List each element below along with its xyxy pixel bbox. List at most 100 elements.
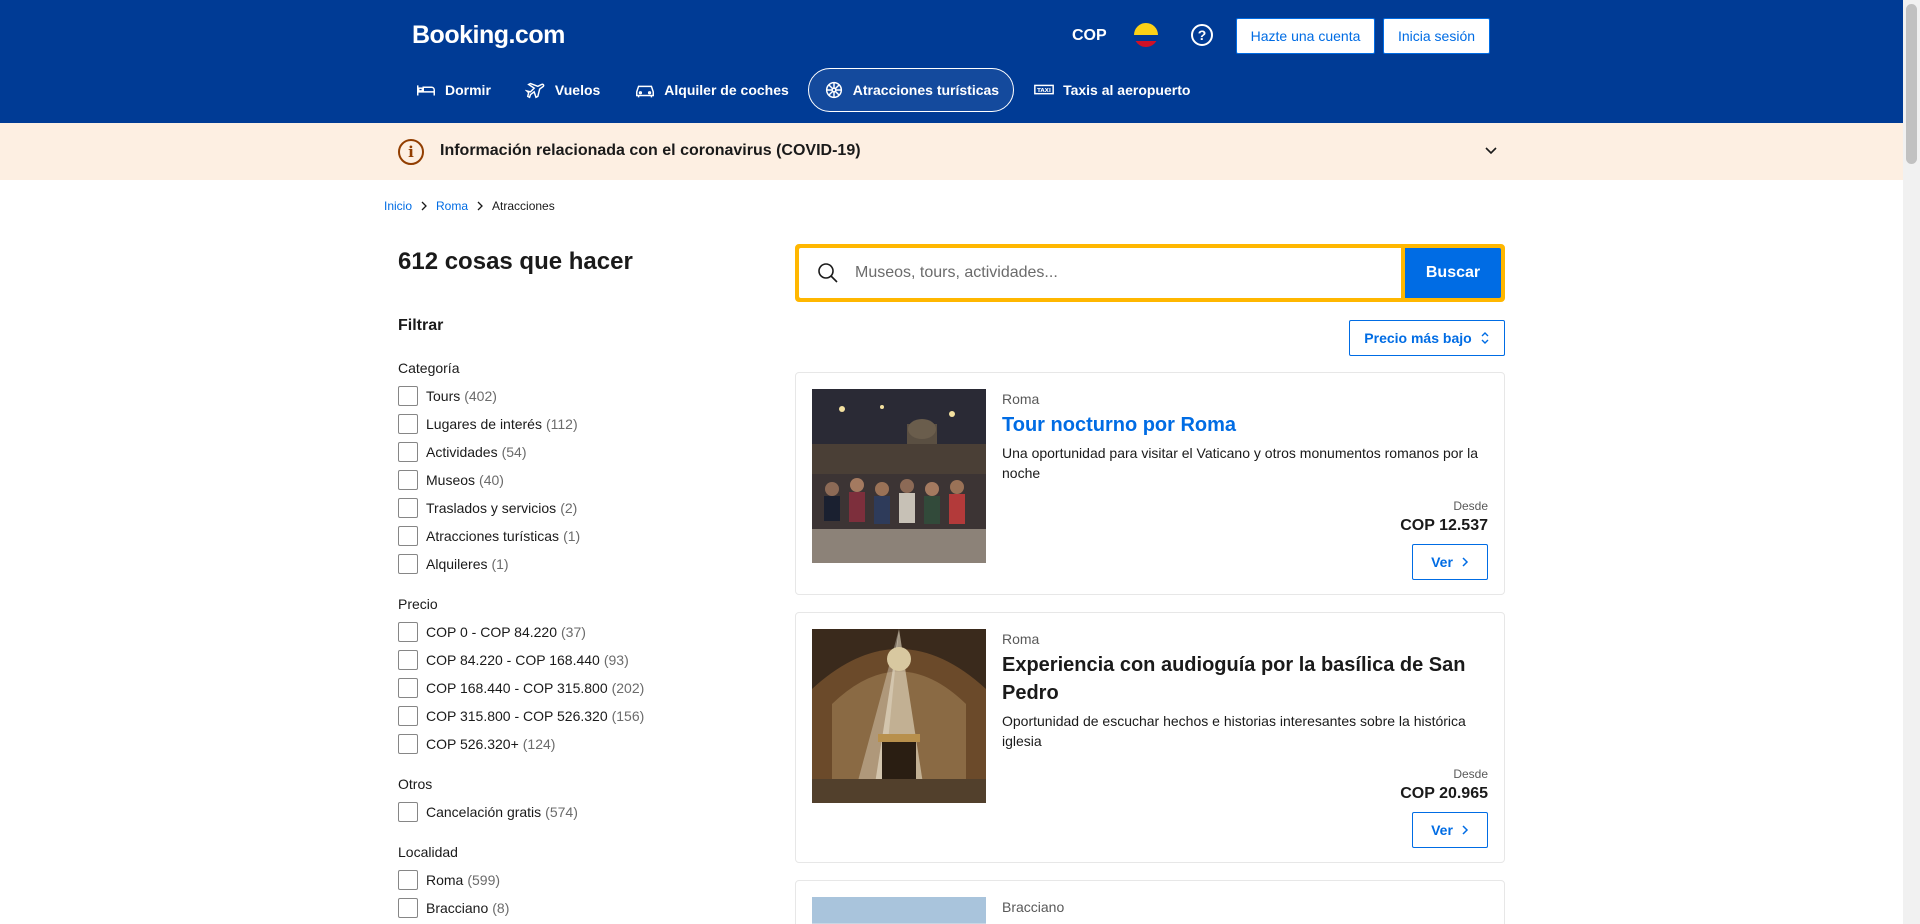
svg-text:TAXI: TAXI xyxy=(1037,88,1051,94)
info-icon: i xyxy=(398,139,424,165)
filter-option[interactable]: Tours (402) xyxy=(398,382,580,410)
filter-label: COP 84.220 - COP 168.440 xyxy=(426,652,600,668)
price-from-label: Desde xyxy=(1453,767,1488,781)
checkbox[interactable] xyxy=(398,898,418,918)
filter-option[interactable]: Cancelación gratis (574) xyxy=(398,798,578,826)
filter-option[interactable]: Lugares de interés (112) xyxy=(398,410,580,438)
checkbox[interactable] xyxy=(398,734,418,754)
filter-label: Alquileres xyxy=(426,556,488,572)
search-button[interactable]: Buscar xyxy=(1405,248,1501,298)
nav-item-dormir[interactable]: Dormir xyxy=(400,68,506,112)
result-title[interactable]: Experiencia con audioguía por la basílic… xyxy=(1002,651,1482,707)
result-image[interactable] xyxy=(812,897,986,924)
result-title[interactable]: Tour nocturno por Roma xyxy=(1002,411,1482,439)
nav-label: Taxis al aeropuerto xyxy=(1063,82,1191,98)
view-button-label: Ver xyxy=(1431,554,1453,570)
filter-option[interactable]: COP 168.440 - COP 315.800 (202) xyxy=(398,674,644,702)
filter-option[interactable]: Actividades (54) xyxy=(398,438,580,466)
search-input[interactable] xyxy=(855,264,1375,282)
checkbox[interactable] xyxy=(398,706,418,726)
filter-option[interactable]: Museos (40) xyxy=(398,466,580,494)
result-card[interactable]: Roma Tour nocturno por Roma Una oportuni… xyxy=(795,372,1505,595)
nav-label: Dormir xyxy=(445,82,491,98)
page-scrollbar[interactable] xyxy=(1903,0,1920,924)
result-image[interactable] xyxy=(812,389,986,563)
checkbox[interactable] xyxy=(398,802,418,822)
filter-option[interactable]: COP 526.320+ (124) xyxy=(398,730,644,758)
filter-group-otros: Otros Cancelación gratis (574) xyxy=(398,776,578,826)
filter-option[interactable]: Traslados y servicios (2) xyxy=(398,494,580,522)
search-icon xyxy=(818,263,838,283)
breadcrumb-roma[interactable]: Roma xyxy=(436,199,468,213)
filter-option[interactable]: COP 315.800 - COP 526.320 (156) xyxy=(398,702,644,730)
result-card[interactable]: Bracciano xyxy=(795,880,1505,924)
checkbox[interactable] xyxy=(398,526,418,546)
checkbox[interactable] xyxy=(398,442,418,462)
filter-option[interactable]: Atracciones turísticas (1) xyxy=(398,522,580,550)
filter-option[interactable]: COP 0 - COP 84.220 (37) xyxy=(398,618,644,646)
filter-count: (40) xyxy=(479,472,504,488)
nav-item-atracciones[interactable]: Atracciones turísticas xyxy=(807,68,1015,112)
view-button[interactable]: Ver xyxy=(1412,812,1488,848)
checkbox[interactable] xyxy=(398,622,418,642)
filter-option[interactable]: Bracciano (8) xyxy=(398,894,509,922)
checkbox[interactable] xyxy=(398,498,418,518)
login-button[interactable]: Inicia sesión xyxy=(1383,18,1490,54)
result-location: Roma xyxy=(1002,631,1040,647)
taxi-icon: TAXI xyxy=(1034,84,1054,95)
filter-label: Actividades xyxy=(426,444,498,460)
filter-label: Tours xyxy=(426,388,461,404)
nav-item-alquiler-coches[interactable]: Alquiler de coches xyxy=(619,68,803,112)
filter-label: Roma xyxy=(426,872,464,888)
checkbox[interactable] xyxy=(398,554,418,574)
filter-count: (599) xyxy=(467,872,501,888)
checkbox[interactable] xyxy=(398,470,418,490)
filter-count: (112) xyxy=(545,416,578,432)
chevron-right-icon xyxy=(421,201,427,211)
breadcrumb-inicio[interactable]: Inicio xyxy=(384,199,412,213)
checkbox[interactable] xyxy=(398,414,418,434)
top-header: Booking.com COP ? Hazte una cuenta Inici… xyxy=(0,0,1903,123)
filter-option[interactable]: Roma (599) xyxy=(398,866,509,894)
filter-label: COP 315.800 - COP 526.320 xyxy=(426,708,608,724)
currency-selector[interactable]: COP xyxy=(1072,27,1107,45)
nav-item-vuelos[interactable]: Vuelos xyxy=(510,68,615,112)
result-card[interactable]: Roma Experiencia con audioguía por la ba… xyxy=(795,612,1505,863)
filter-group-title: Precio xyxy=(398,596,438,612)
chevron-down-icon[interactable] xyxy=(1484,144,1498,158)
result-description: Una oportunidad para visitar el Vaticano… xyxy=(1002,445,1478,481)
filter-label: COP 0 - COP 84.220 xyxy=(426,624,557,640)
search-field[interactable] xyxy=(799,248,1401,298)
scrollbar-thumb[interactable] xyxy=(1906,4,1917,164)
nav-label: Vuelos xyxy=(554,82,601,98)
filter-count: (1) xyxy=(491,556,509,572)
covid-banner[interactable]: i Información relacionada con el coronav… xyxy=(0,123,1903,180)
colombia-flag-icon[interactable] xyxy=(1134,23,1158,47)
filter-count: (93) xyxy=(603,652,629,668)
filter-label: Traslados y servicios xyxy=(426,500,557,516)
booking-logo[interactable]: Booking.com xyxy=(412,21,565,50)
sort-dropdown[interactable]: Precio más bajo xyxy=(1349,320,1505,356)
filter-count: (8) xyxy=(492,900,510,916)
filter-count: (402) xyxy=(464,388,497,404)
checkbox[interactable] xyxy=(398,386,418,406)
view-button[interactable]: Ver xyxy=(1412,544,1488,580)
sort-label: Precio más bajo xyxy=(1364,330,1472,346)
help-icon[interactable]: ? xyxy=(1191,24,1213,46)
nav-item-taxis[interactable]: TAXI Taxis al aeropuerto xyxy=(1018,68,1205,112)
filter-label: Cancelación gratis xyxy=(426,804,542,820)
chevron-right-icon xyxy=(1462,557,1468,567)
filter-label: Bracciano xyxy=(426,900,489,916)
checkbox[interactable] xyxy=(398,678,418,698)
checkbox[interactable] xyxy=(398,870,418,890)
register-button[interactable]: Hazte una cuenta xyxy=(1236,18,1375,54)
filter-option[interactable]: COP 84.220 - COP 168.440 (93) xyxy=(398,646,644,674)
filter-group-title: Otros xyxy=(398,776,433,792)
filter-count: (37) xyxy=(561,624,586,640)
filter-label: Lugares de interés xyxy=(426,416,542,432)
result-image[interactable] xyxy=(812,629,986,803)
filter-option[interactable]: Alquileres (1) xyxy=(398,550,580,578)
plane-icon xyxy=(524,82,545,99)
results-count-title: 612 cosas que hacer xyxy=(398,248,633,275)
checkbox[interactable] xyxy=(398,650,418,670)
